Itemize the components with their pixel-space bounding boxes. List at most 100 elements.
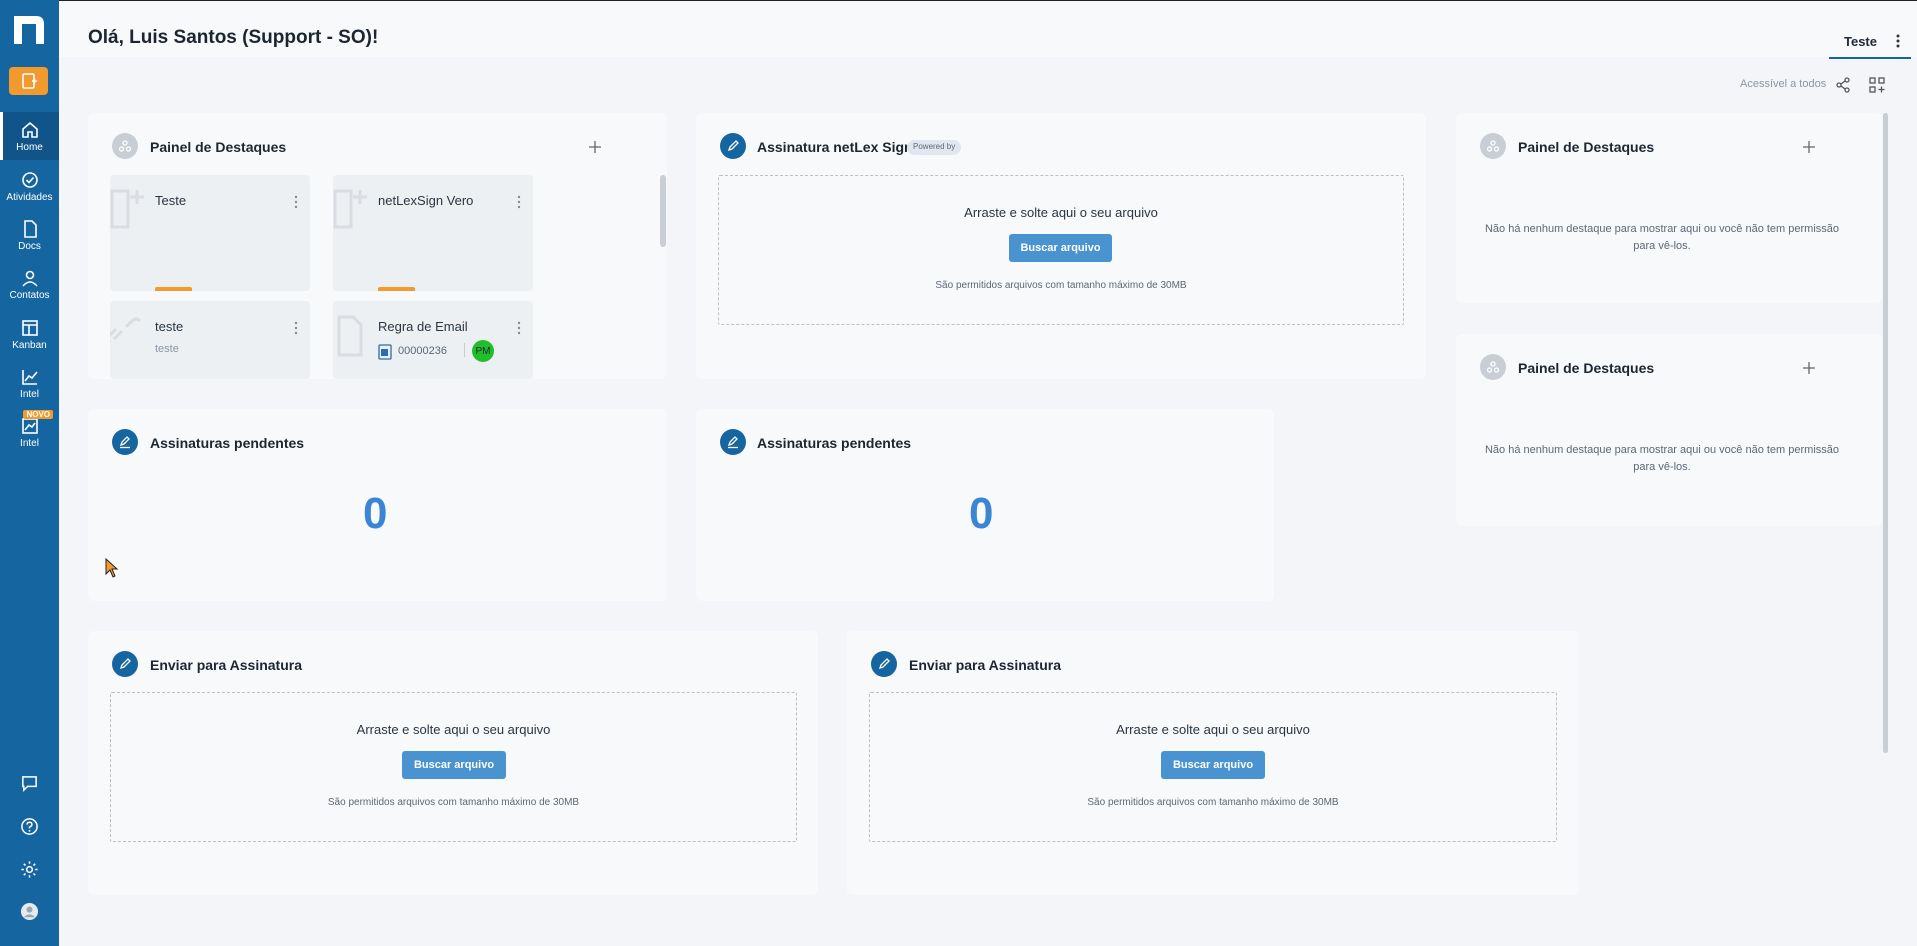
sign-panel: Assinatura netLex Sign Powered by Arrast… bbox=[696, 113, 1426, 379]
more-vertical-icon[interactable] bbox=[517, 321, 521, 335]
panel-title: Painel de Destaques bbox=[150, 139, 287, 155]
link-icon bbox=[110, 317, 142, 343]
chat-icon bbox=[22, 775, 37, 792]
empty-message: Não há nenhum destaque para mostrar aqui… bbox=[1484, 444, 1840, 473]
new-badge: NOVO bbox=[23, 410, 53, 419]
browse-file-button[interactable]: Buscar arquivo bbox=[1009, 234, 1112, 262]
avatar-icon bbox=[20, 902, 39, 920]
empty-message: Não há nenhum destaque para mostrar aqui… bbox=[1484, 223, 1840, 252]
help-button[interactable] bbox=[0, 809, 59, 843]
pen-icon bbox=[720, 133, 746, 159]
tab-teste[interactable]: Teste bbox=[1829, 23, 1911, 59]
highlight-tile[interactable]: teste teste bbox=[110, 301, 310, 379]
tile-subtitle: teste bbox=[155, 343, 179, 355]
sidebar-item-atividades[interactable]: Atividades bbox=[0, 162, 59, 210]
tile-name: teste bbox=[155, 319, 184, 334]
pen-icon bbox=[871, 651, 897, 677]
add-highlight-icon[interactable] bbox=[1802, 361, 1816, 375]
dropzone-text: Arraste e solte aqui o seu arquivo bbox=[356, 722, 551, 737]
home-icon bbox=[21, 121, 38, 138]
sidebar-item-label: Atividades bbox=[6, 191, 53, 203]
highlights-panel: Painel de Destaques Teste netLexSign Ver… bbox=[88, 113, 667, 379]
file-dropzone[interactable]: Arraste e solte aqui o seu arquivo Busca… bbox=[718, 175, 1404, 325]
send-signature-panel: Enviar para Assinatura Arraste e solte a… bbox=[88, 631, 818, 895]
header: Olá, Luis Santos (Support - SO)! Teste bbox=[59, 0, 1917, 59]
pending-count[interactable]: 0 bbox=[969, 489, 993, 539]
chat-button[interactable] bbox=[0, 766, 59, 800]
dropzone-note: São permitidos arquivos com tamanho máxi… bbox=[1087, 797, 1339, 808]
sidebar-item-label: Kanban bbox=[12, 339, 47, 351]
tile-accent-bar bbox=[378, 287, 415, 291]
pending-count[interactable]: 0 bbox=[363, 489, 387, 539]
sidebar-item-home[interactable]: Home bbox=[0, 112, 59, 160]
highlight-tile[interactable]: Regra de Email 00000236 PM bbox=[333, 301, 533, 379]
netlex-logo[interactable] bbox=[12, 14, 46, 46]
add-widget-icon[interactable] bbox=[1868, 76, 1886, 94]
tile-name: Regra de Email bbox=[378, 319, 468, 334]
document-icon bbox=[337, 315, 363, 357]
cursor-icon bbox=[105, 558, 119, 578]
panel-title: Assinaturas pendentes bbox=[150, 435, 305, 451]
sidebar-item-label: Intel bbox=[20, 437, 39, 449]
new-document-icon bbox=[110, 189, 144, 229]
highlight-tile[interactable]: netLexSign Vero bbox=[333, 175, 533, 291]
tile-code: 00000236 bbox=[398, 345, 447, 357]
sidebar-item-contatos[interactable]: Contatos bbox=[0, 260, 59, 308]
add-highlight-icon[interactable] bbox=[1802, 140, 1816, 154]
check-circle-icon bbox=[21, 171, 38, 188]
tile-accent-bar bbox=[155, 287, 192, 291]
highlights-icon bbox=[112, 133, 138, 159]
divider bbox=[464, 343, 465, 357]
sidebar-item-label: Intel bbox=[20, 388, 39, 400]
new-document-icon bbox=[21, 73, 37, 89]
user-avatar[interactable] bbox=[0, 894, 59, 928]
page-scrollbar[interactable] bbox=[1883, 113, 1888, 753]
more-vertical-icon[interactable] bbox=[1891, 32, 1905, 50]
highlight-tile[interactable]: Teste bbox=[110, 175, 310, 291]
more-vertical-icon[interactable] bbox=[294, 195, 298, 209]
word-doc-icon bbox=[378, 344, 392, 360]
gear-icon bbox=[21, 860, 38, 878]
sidebar-item-label: Home bbox=[16, 141, 43, 153]
powered-badge: Powered by bbox=[907, 140, 962, 155]
add-highlight-icon[interactable] bbox=[588, 140, 602, 154]
sidebar-item-intel-new[interactable]: NOVO Intel bbox=[0, 408, 59, 456]
avatar: PM bbox=[472, 340, 494, 362]
sidebar-item-kanban[interactable]: Kanban bbox=[0, 310, 59, 358]
tab-label: Teste bbox=[1844, 34, 1877, 49]
file-dropzone[interactable]: Arraste e solte aqui o seu arquivo Busca… bbox=[110, 692, 797, 842]
panel-title: Assinatura netLex Sign bbox=[757, 139, 913, 155]
sidebar-item-intel[interactable]: Intel bbox=[0, 359, 59, 407]
pending-signatures-panel: Assinaturas pendentes 0 bbox=[696, 409, 1274, 601]
settings-button[interactable] bbox=[0, 852, 59, 886]
panel-title: Assinaturas pendentes bbox=[757, 435, 912, 451]
visibility-label: Acessível a todos bbox=[1740, 78, 1827, 90]
panel-title: Enviar para Assinatura bbox=[150, 657, 302, 673]
sidebar-item-label: Docs bbox=[18, 240, 41, 252]
help-icon bbox=[21, 817, 38, 835]
send-signature-panel: Enviar para Assinatura Arraste e solte a… bbox=[847, 631, 1579, 895]
more-vertical-icon[interactable] bbox=[517, 195, 521, 209]
kanban-icon bbox=[21, 319, 38, 336]
tile-name: Teste bbox=[155, 193, 187, 208]
more-vertical-icon[interactable] bbox=[294, 321, 298, 335]
new-document-button[interactable] bbox=[9, 67, 48, 95]
dropzone-text: Arraste e solte aqui o seu arquivo bbox=[964, 205, 1158, 220]
highlights-panel-empty: Painel de Destaques Não há nenhum destaq… bbox=[1456, 334, 1882, 526]
highlights-icon bbox=[1480, 354, 1506, 380]
highlights-icon bbox=[1480, 133, 1506, 159]
dropzone-note: São permitidos arquivos com tamanho máxi… bbox=[327, 797, 580, 808]
page-title: Olá, Luis Santos (Support - SO)! bbox=[88, 27, 379, 48]
browse-file-button[interactable]: Buscar arquivo bbox=[1161, 751, 1265, 779]
sidebar: Home Atividades Docs Contatos Kanban Int… bbox=[0, 0, 59, 946]
signature-icon bbox=[112, 429, 138, 455]
share-icon[interactable] bbox=[1834, 76, 1852, 94]
browse-file-button[interactable]: Buscar arquivo bbox=[402, 751, 506, 779]
chart-icon bbox=[21, 369, 38, 385]
scrollbar[interactable] bbox=[660, 175, 666, 247]
document-icon bbox=[23, 219, 37, 238]
file-dropzone[interactable]: Arraste e solte aqui o seu arquivo Busca… bbox=[869, 692, 1557, 842]
panel-title: Painel de Destaques bbox=[1518, 139, 1655, 155]
sidebar-item-docs[interactable]: Docs bbox=[0, 211, 59, 259]
panel-title: Painel de Destaques bbox=[1518, 360, 1655, 376]
